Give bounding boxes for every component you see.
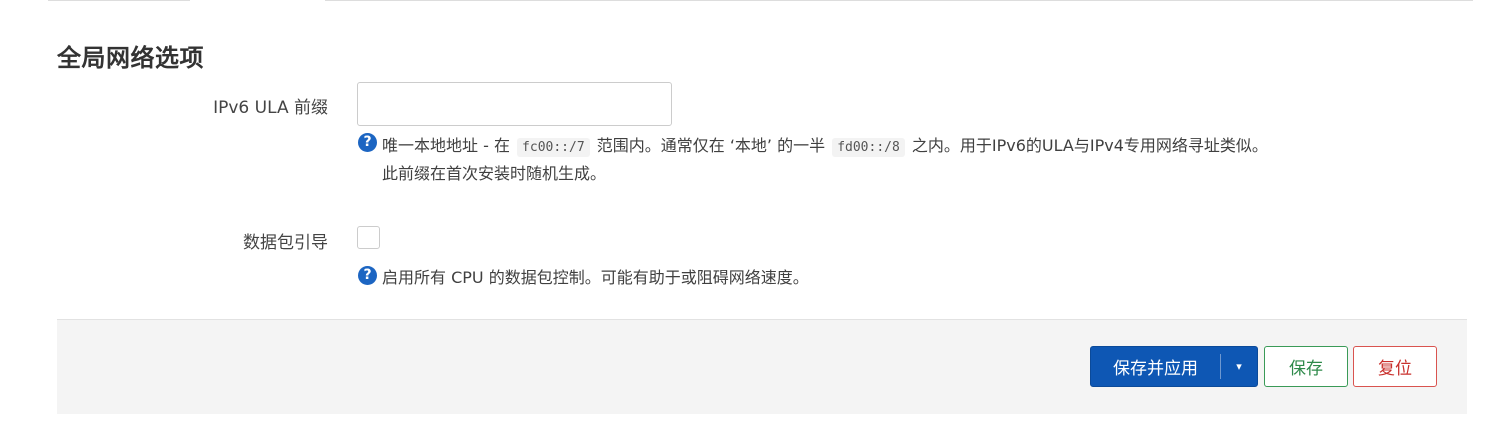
save-apply-button-group: 保存并应用 ▾ (1090, 346, 1258, 387)
ula-help-line2: 此前缀在首次安装时随机生成。 (382, 164, 607, 183)
ula-help-code-fc00: fc00::/7 (517, 138, 590, 157)
ula-prefix-input[interactable] (357, 82, 672, 126)
ula-help-mid: 范围内。通常仅在 ‘本地’ 的一半 (591, 136, 831, 155)
reset-button[interactable]: 复位 (1353, 346, 1437, 387)
ula-help-post: 之内。用于IPv6的ULA与IPv4专用网络寻址类似。 (906, 136, 1268, 155)
save-apply-button[interactable]: 保存并应用 (1091, 347, 1220, 386)
packet-steering-help-text: 启用所有 CPU 的数据包控制。可能有助于或阻碍网络速度。 (382, 268, 809, 287)
chevron-down-icon[interactable]: ▾ (1221, 347, 1257, 386)
ula-help-code-fd00: fd00::/8 (832, 138, 905, 157)
ula-prefix-label: IPv6 ULA 前缀 (213, 98, 328, 118)
save-button[interactable]: 保存 (1264, 346, 1348, 387)
packet-steering-checkbox[interactable] (357, 226, 380, 249)
ula-help-text: 唯一本地地址 - 在 fc00::/7 范围内。通常仅在 ‘本地’ 的一半 fd… (382, 132, 1268, 161)
question-circle-icon: ? (358, 133, 377, 152)
section-title: 全局网络选项 (57, 44, 204, 72)
ula-help-pre: 唯一本地地址 - 在 (382, 136, 516, 155)
packet-steering-label: 数据包引导 (243, 233, 328, 253)
tab-border-right (325, 0, 1473, 1)
tab-border-left (48, 0, 190, 1)
tab-strip (0, 0, 1506, 2)
question-circle-icon: ? (358, 266, 377, 285)
